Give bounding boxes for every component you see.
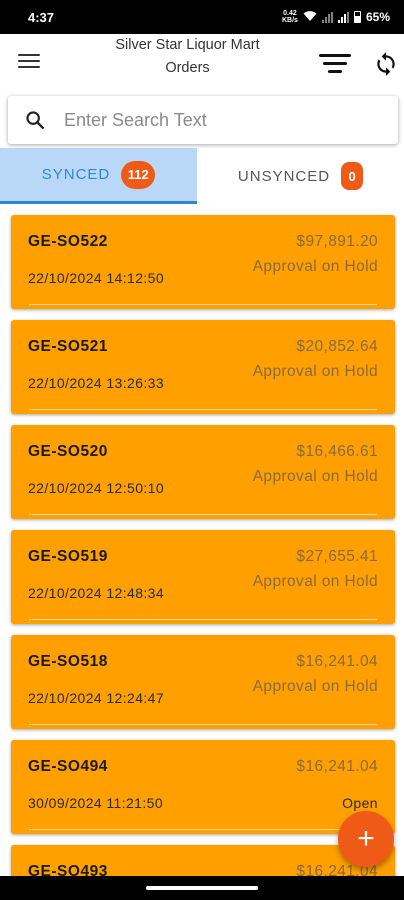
status-icons: 0.42 KB/s 65% bbox=[282, 10, 390, 25]
navigation-bar bbox=[0, 876, 404, 900]
order-card[interactable]: GE-SO521 22/10/2024 13:26:33 $20,852.64 … bbox=[11, 320, 395, 414]
tab-bar: SYNCED 112 UNSYNCED 0 bbox=[0, 148, 404, 204]
order-card[interactable]: GE-SO519 22/10/2024 12:48:34 $27,655.41 … bbox=[11, 530, 395, 624]
order-id: GE-SO493 bbox=[28, 863, 108, 876]
battery-icon bbox=[353, 11, 361, 23]
wifi-icon bbox=[303, 10, 317, 25]
order-status: Approval on Hold bbox=[252, 468, 378, 485]
plus-icon: + bbox=[357, 822, 375, 855]
order-date: 22/10/2024 14:12:50 bbox=[28, 270, 165, 286]
order-card[interactable]: GE-SO493 $16,241.04 bbox=[11, 845, 395, 876]
order-date: 22/10/2024 12:50:10 bbox=[28, 480, 165, 496]
add-order-button[interactable]: + bbox=[338, 811, 394, 867]
tab-unsynced[interactable]: UNSYNCED 0 bbox=[197, 148, 404, 204]
menu-icon[interactable] bbox=[18, 54, 40, 72]
tab-synced-count-badge: 112 bbox=[121, 160, 156, 189]
order-card[interactable]: GE-SO518 22/10/2024 12:24:47 $16,241.04 … bbox=[11, 635, 395, 729]
battery-percent: 65% bbox=[365, 10, 390, 24]
order-date: 22/10/2024 12:24:47 bbox=[28, 690, 165, 706]
order-amount: $16,466.61 bbox=[296, 443, 378, 460]
order-date: 22/10/2024 12:48:34 bbox=[28, 585, 165, 601]
status-bar: 4:37 0.42 KB/s 65% bbox=[0, 0, 404, 34]
store-name: Silver Star Liquor Mart bbox=[115, 37, 260, 53]
order-date: 30/09/2024 11:21:50 bbox=[28, 795, 164, 811]
order-status: Open bbox=[342, 795, 378, 811]
tab-unsynced-label: UNSYNCED bbox=[237, 167, 331, 185]
sync-icon[interactable] bbox=[373, 51, 399, 77]
order-card[interactable]: GE-SO522 22/10/2024 14:12:50 $97,891.20 … bbox=[11, 215, 395, 309]
order-card[interactable]: GE-SO494 30/09/2024 11:21:50 $16,241.04 … bbox=[11, 740, 395, 834]
order-id: GE-SO519 bbox=[28, 548, 108, 565]
order-date: 22/10/2024 13:26:33 bbox=[28, 375, 165, 391]
order-id: GE-SO520 bbox=[28, 443, 108, 460]
signal-icon-2 bbox=[337, 11, 349, 23]
page-title: Orders bbox=[165, 60, 210, 76]
order-amount: $16,241.04 bbox=[296, 758, 378, 775]
search-input[interactable] bbox=[64, 109, 384, 131]
order-id: GE-SO522 bbox=[28, 233, 108, 250]
order-amount: $20,852.64 bbox=[296, 338, 378, 355]
order-status: Approval on Hold bbox=[252, 678, 378, 695]
order-status: Approval on Hold bbox=[252, 258, 378, 275]
app-bar: Silver Star Liquor Mart Orders bbox=[0, 34, 404, 96]
filter-icon[interactable] bbox=[318, 54, 352, 76]
order-status: Approval on Hold bbox=[252, 363, 378, 380]
order-id: GE-SO494 bbox=[28, 758, 108, 775]
status-time: 4:37 bbox=[28, 9, 55, 25]
orders-list: GE-SO522 22/10/2024 14:12:50 $97,891.20 … bbox=[0, 204, 404, 876]
tab-synced[interactable]: SYNCED 112 bbox=[0, 148, 197, 204]
search-box bbox=[8, 96, 398, 144]
network-speed: 0.42 KB/s bbox=[281, 10, 298, 24]
order-amount: $16,241.04 bbox=[296, 653, 378, 670]
order-id: GE-SO521 bbox=[28, 338, 108, 355]
order-card[interactable]: GE-SO520 22/10/2024 12:50:10 $16,466.61 … bbox=[11, 425, 395, 519]
home-indicator[interactable] bbox=[146, 886, 258, 890]
order-id: GE-SO518 bbox=[28, 653, 108, 670]
order-amount: $97,891.20 bbox=[296, 233, 378, 250]
tab-synced-label: SYNCED bbox=[41, 166, 111, 183]
order-status: Approval on Hold bbox=[252, 573, 378, 590]
signal-icon bbox=[321, 11, 333, 23]
title-block: Silver Star Liquor Mart Orders bbox=[90, 34, 285, 96]
order-amount: $27,655.41 bbox=[296, 548, 378, 565]
search-icon bbox=[24, 109, 46, 131]
tab-unsynced-count-badge: 0 bbox=[341, 162, 364, 190]
